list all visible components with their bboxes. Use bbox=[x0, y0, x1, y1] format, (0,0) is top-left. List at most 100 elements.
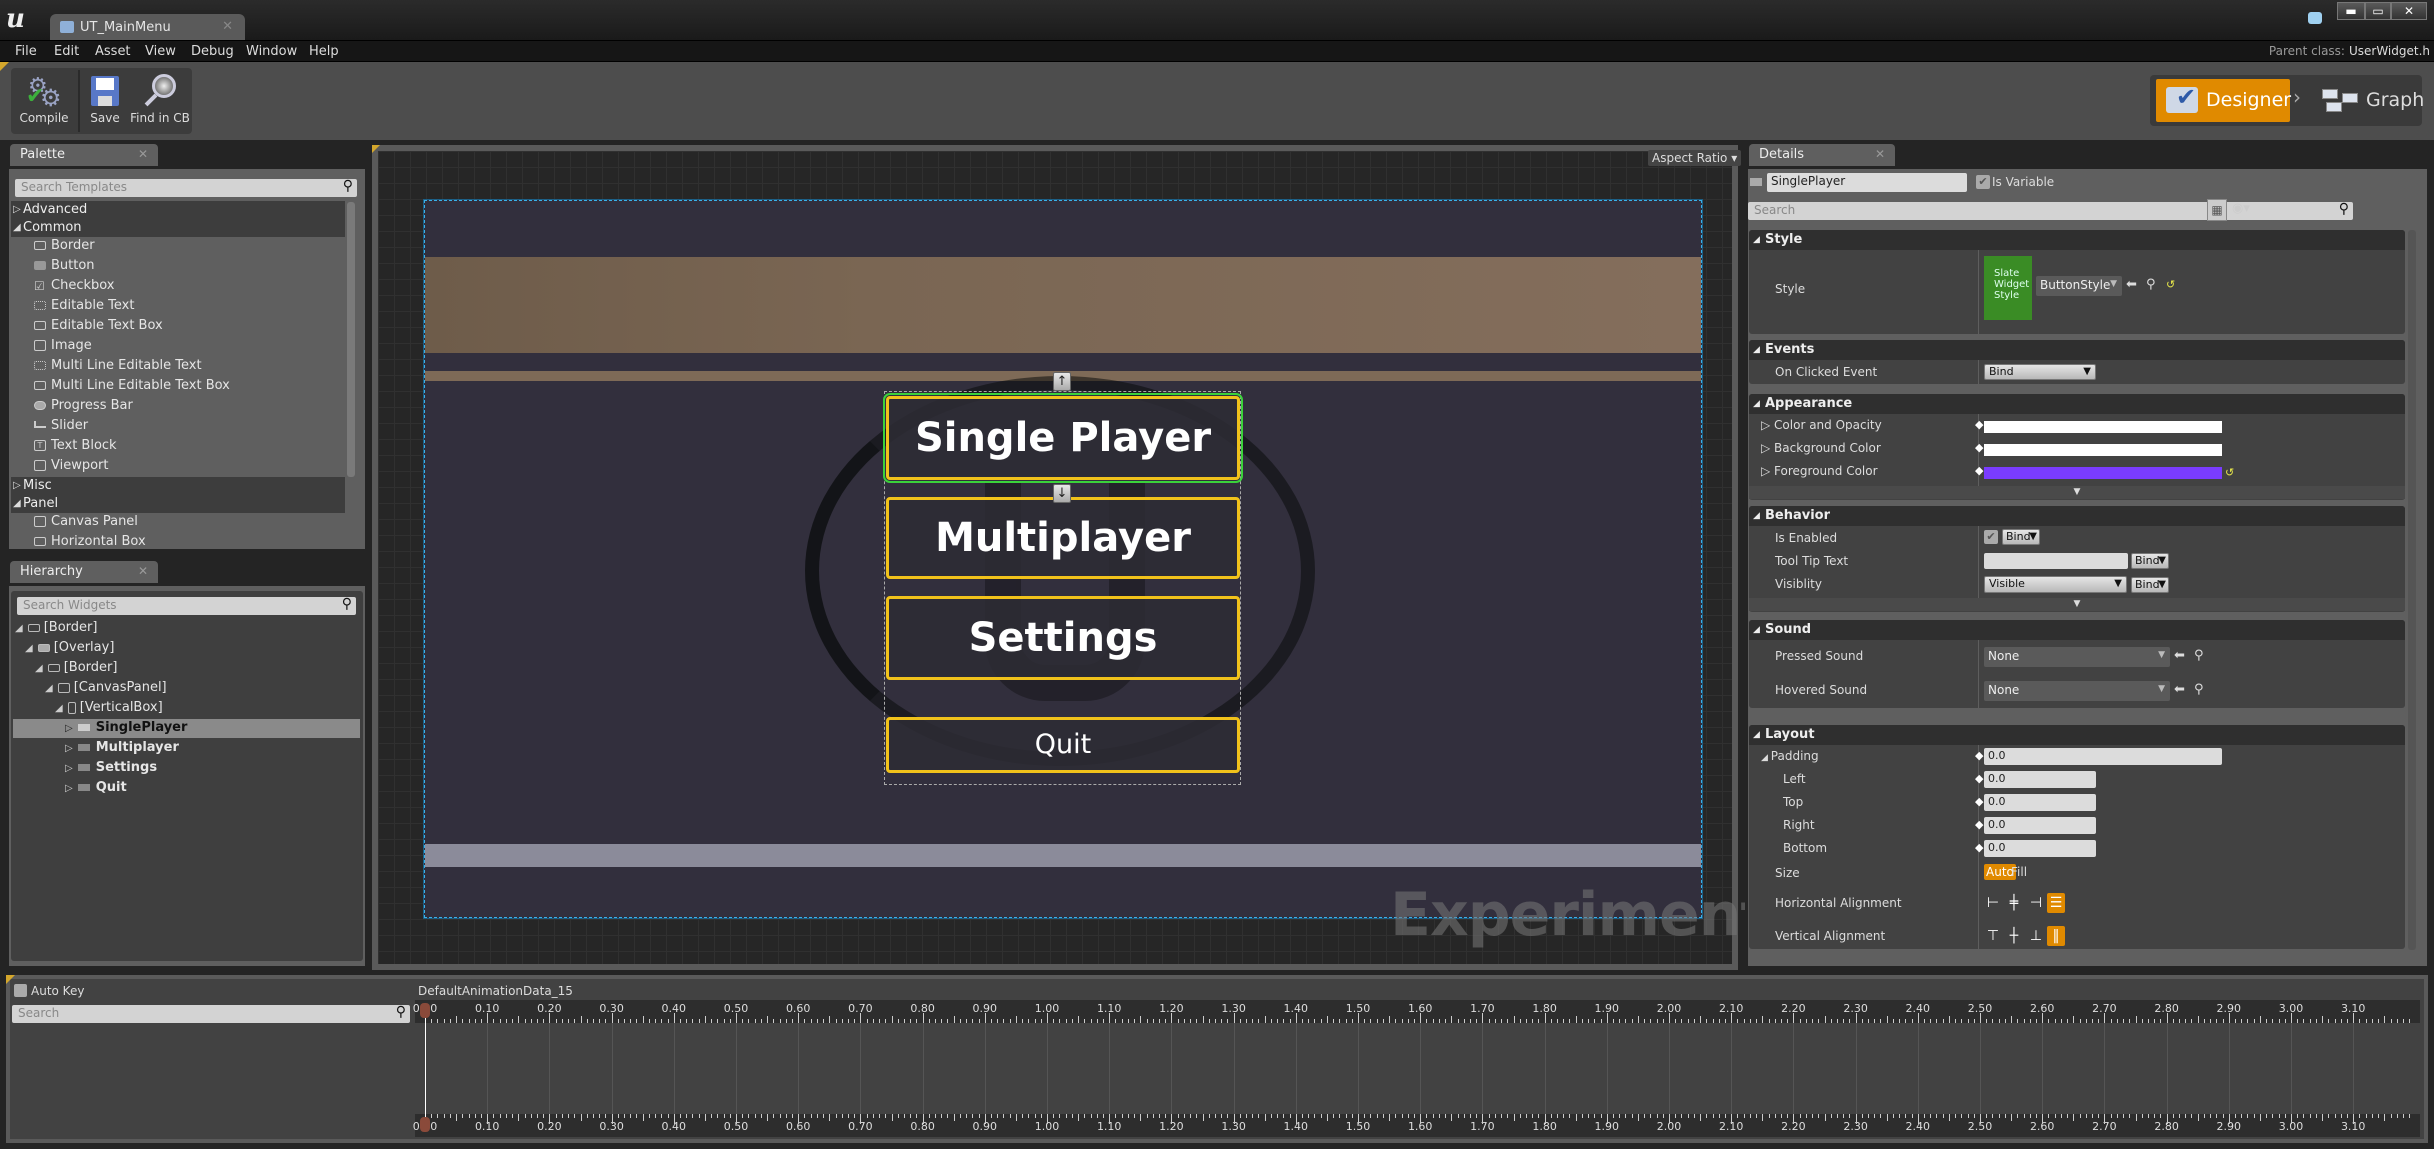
use-selected-arrow-icon[interactable]: ⬅ bbox=[2174, 648, 2185, 663]
palette-category-misc[interactable]: ▷ Misc bbox=[11, 477, 345, 495]
compile-button[interactable]: ⚙ ⚙ ✔ Compile bbox=[13, 68, 75, 134]
aspect-ratio-dropdown[interactable]: Aspect Ratio ▾ bbox=[1648, 150, 1742, 166]
on-clicked-bind-dropdown[interactable]: Bind ▼ bbox=[1984, 364, 2096, 380]
color-opacity-row[interactable]: ▷ Color and Opacity bbox=[1761, 418, 1882, 432]
document-tab[interactable]: UT_MainMenu ✕ bbox=[50, 14, 245, 41]
menu-edit[interactable]: Edit bbox=[54, 44, 79, 59]
is-enabled-checkbox[interactable]: ✔ bbox=[1984, 530, 1998, 544]
hierarchy-node-border[interactable]: ◢ [Border] bbox=[15, 618, 97, 638]
close-details-icon[interactable]: ✕ bbox=[1875, 147, 1885, 161]
property-binding-icon[interactable]: ◆ bbox=[1975, 418, 1983, 431]
close-window-button[interactable]: ✕ bbox=[2391, 2, 2427, 20]
find-in-cb-button[interactable]: Find in CB bbox=[128, 68, 192, 134]
show-advanced-behavior-icon[interactable]: ▼ bbox=[1749, 598, 2405, 611]
foreground-color-row[interactable]: ▷ Foreground Color bbox=[1761, 464, 1878, 478]
palette-item-editable-text[interactable]: Editable Text bbox=[34, 296, 134, 316]
reset-to-default-icon[interactable]: ↺ bbox=[2166, 278, 2175, 291]
align-middle-icon[interactable]: ┼ bbox=[2005, 926, 2023, 946]
move-up-arrow-icon[interactable]: ↑ bbox=[1053, 372, 1071, 391]
palette-item-border[interactable]: Border bbox=[34, 236, 95, 256]
menu-help[interactable]: Help bbox=[309, 44, 339, 59]
palette-item-editable-text-box[interactable]: Editable Text Box bbox=[34, 316, 163, 336]
palette-item-image[interactable]: Image bbox=[34, 336, 92, 356]
visibility-dropdown[interactable]: Visible ▼ bbox=[1984, 576, 2127, 593]
palette-item-button[interactable]: Button bbox=[34, 256, 95, 276]
padding-right-input[interactable]: 0.0 bbox=[1984, 817, 2096, 834]
widget-name-input[interactable]: SinglePlayer bbox=[1767, 173, 1967, 192]
slate-widget-style-thumbnail[interactable]: Slate Widget Style bbox=[1984, 256, 2032, 320]
menu-view[interactable]: View bbox=[145, 44, 176, 59]
hierarchy-node-canvaspanel[interactable]: ◢ [CanvasPanel] bbox=[45, 678, 167, 698]
palette-item-multiline-editable-text-box[interactable]: Multi Line Editable Text Box bbox=[34, 376, 230, 396]
move-down-arrow-icon[interactable]: ↓ bbox=[1053, 484, 1071, 503]
view-options-grid-icon[interactable]: ▦ bbox=[2207, 199, 2227, 221]
palette-item-multiline-editable-text[interactable]: Multi Line Editable Text bbox=[34, 356, 202, 376]
hierarchy-node-border-inner[interactable]: ◢ [Border] bbox=[35, 658, 117, 678]
align-center-icon[interactable]: ╪ bbox=[2005, 893, 2023, 913]
property-binding-icon[interactable]: ◆ bbox=[1975, 464, 1983, 477]
tooltip-text-input[interactable] bbox=[1984, 553, 2128, 569]
align-fill-vertical-icon[interactable]: ‖ bbox=[2047, 926, 2065, 946]
palette-item-canvas-panel[interactable]: Canvas Panel bbox=[34, 512, 138, 532]
show-advanced-appearance-icon[interactable]: ▼ bbox=[1749, 486, 2405, 499]
playhead-line[interactable] bbox=[425, 1010, 426, 1128]
size-fill-button[interactable]: Fill bbox=[2011, 865, 2027, 879]
palette-item-slider[interactable]: Slider bbox=[34, 416, 88, 436]
padding-left-input[interactable]: 0.0 bbox=[1984, 771, 2096, 788]
save-button[interactable]: Save bbox=[83, 68, 127, 134]
background-color-row[interactable]: ▷ Background Color bbox=[1761, 441, 1881, 455]
style-asset-dropdown[interactable]: ButtonStyle ▼ bbox=[2036, 276, 2122, 296]
hierarchy-node-overlay[interactable]: ◢ [Overlay] bbox=[25, 638, 114, 658]
property-binding-icon[interactable]: ◆ bbox=[1975, 749, 1983, 762]
close-palette-icon[interactable]: ✕ bbox=[138, 147, 148, 161]
maximize-button[interactable]: ▭ bbox=[2365, 2, 2391, 20]
minimize-button[interactable]: ▬ bbox=[2337, 2, 2365, 20]
hierarchy-node-multiplayer[interactable]: ▷ Multiplayer bbox=[65, 738, 179, 758]
palette-item-progress-bar[interactable]: Progress Bar bbox=[34, 396, 133, 416]
align-fill-horizontal-icon[interactable]: ☰ bbox=[2047, 893, 2065, 913]
palette-item-horizontal-box[interactable]: Horizontal Box bbox=[34, 532, 146, 552]
is-variable-checkbox[interactable]: ✔ bbox=[1976, 175, 1990, 189]
align-left-icon[interactable]: ⊢ bbox=[1984, 893, 2002, 913]
hierarchy-node-singleplayer[interactable]: ▷ SinglePlayer bbox=[65, 718, 187, 738]
palette-item-checkbox[interactable]: ☑ Checkbox bbox=[34, 276, 115, 296]
menu-debug[interactable]: Debug bbox=[191, 44, 234, 59]
use-selected-arrow-icon[interactable]: ⬅ bbox=[2126, 277, 2137, 292]
visibility-bind-dropdown[interactable]: Bind ▼ bbox=[2131, 577, 2169, 593]
close-hierarchy-icon[interactable]: ✕ bbox=[138, 564, 148, 578]
playhead-handle[interactable] bbox=[420, 1003, 430, 1018]
hierarchy-node-verticalbox[interactable]: ◢ [VerticalBox] bbox=[55, 698, 163, 718]
palette-tab[interactable]: Palette ✕ bbox=[10, 144, 158, 166]
is-enabled-bind-dropdown[interactable]: Bind ▼ bbox=[2002, 529, 2040, 545]
details-search-input[interactable]: Search ⚲ bbox=[1748, 201, 2353, 220]
hierarchy-node-quit[interactable]: ▷ Quit bbox=[65, 778, 127, 798]
property-binding-icon[interactable]: ◆ bbox=[1975, 441, 1983, 454]
background-color-swatch[interactable] bbox=[1984, 444, 2222, 456]
layout-header[interactable]: ◢ Layout bbox=[1749, 725, 2405, 745]
palette-category-panel[interactable]: ◢ Panel bbox=[11, 495, 345, 513]
single-player-button[interactable]: Single Player bbox=[883, 393, 1243, 483]
tooltip-bind-dropdown[interactable]: Bind ▼ bbox=[2131, 553, 2169, 569]
style-header[interactable]: ◢ Style bbox=[1749, 230, 2405, 250]
auto-key-checkbox[interactable] bbox=[14, 984, 27, 997]
property-binding-icon[interactable]: ◆ bbox=[1975, 772, 1983, 785]
palette-category-advanced[interactable]: ▷ Advanced bbox=[11, 201, 345, 219]
align-top-icon[interactable]: ⊤ bbox=[1984, 926, 2002, 946]
parent-class-value[interactable]: UserWidget.h bbox=[2349, 44, 2430, 58]
browse-search-icon[interactable]: ⚲ bbox=[2194, 648, 2204, 663]
graph-mode-button[interactable]: Graph bbox=[2316, 79, 2424, 122]
padding-top-input[interactable]: 0.0 bbox=[1984, 794, 2096, 811]
align-right-icon[interactable]: ⊣ bbox=[2027, 893, 2045, 913]
property-binding-icon[interactable]: ◆ bbox=[1975, 795, 1983, 808]
browse-search-icon[interactable]: ⚲ bbox=[2194, 682, 2204, 697]
hierarchy-node-settings[interactable]: ▷ Settings bbox=[65, 758, 157, 778]
visibility-eye-icon[interactable]: ◉▾ bbox=[2232, 201, 2250, 216]
padding-bottom-input[interactable]: 0.0 bbox=[1984, 840, 2096, 857]
foreground-color-swatch[interactable] bbox=[1984, 467, 2222, 479]
events-header[interactable]: ◢ Events bbox=[1749, 340, 2405, 360]
padding-input[interactable]: 0.0 bbox=[1984, 748, 2222, 765]
details-scrollbar[interactable] bbox=[2408, 230, 2416, 950]
quit-button[interactable]: Quit bbox=[886, 717, 1240, 773]
close-tab-icon[interactable]: ✕ bbox=[222, 19, 233, 34]
hovered-sound-dropdown[interactable]: None ▼ bbox=[1984, 681, 2170, 701]
